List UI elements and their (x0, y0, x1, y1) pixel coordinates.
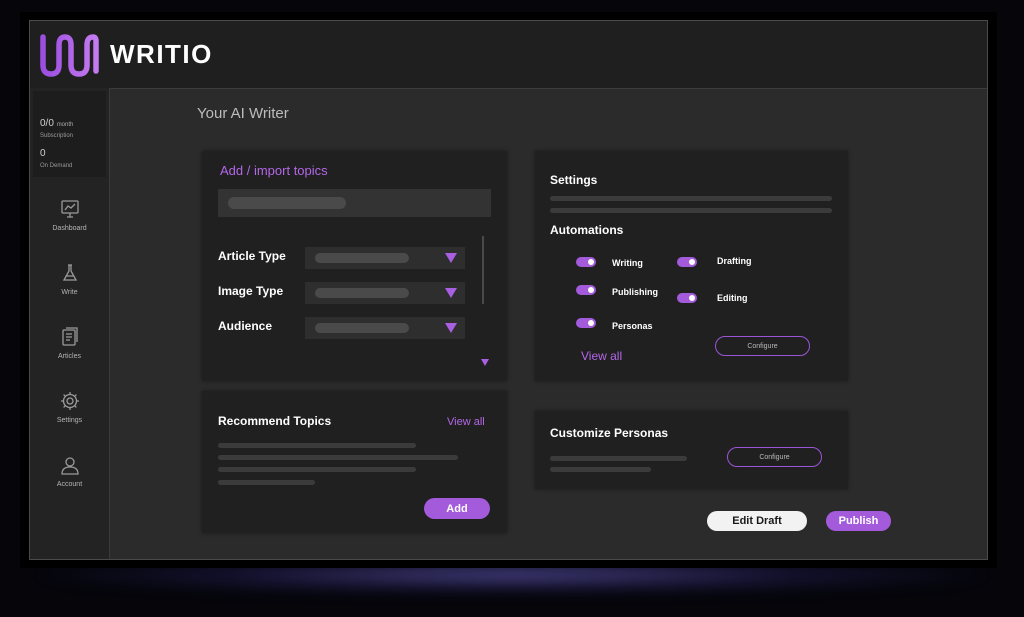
placeholder-line (218, 480, 315, 485)
toggle-knob (588, 259, 594, 265)
publishing-toggle[interactable] (576, 285, 596, 295)
subscription-unit: month (56, 122, 74, 128)
edit-draft-button[interactable]: Edit Draft (707, 511, 807, 531)
recommend-topics-title: Recommend Topics (218, 414, 332, 428)
account-icon (61, 457, 79, 475)
personas-toggle-label: Personas (612, 321, 653, 331)
placeholder-line (218, 455, 458, 460)
topics-card: Add / import topics Article Type Image T… (202, 151, 507, 381)
writing-toggle-label: Writing (612, 258, 643, 268)
sidebar-item-articles[interactable]: Articles (30, 327, 109, 377)
article-type-dropdown[interactable] (305, 247, 465, 269)
sidebar-item-label: Dashboard (52, 225, 87, 232)
editing-toggle[interactable] (677, 293, 697, 303)
toggle-knob (689, 295, 695, 301)
app-window: WRITIO 0/0 month Subscription 0 On Deman… (29, 20, 988, 560)
sidebar-item-label: Write (61, 289, 78, 296)
placeholder-line (218, 467, 416, 472)
dropdown-value-bar (315, 253, 409, 263)
sidebar: 0/0 month Subscription 0 On Demand Dashb… (30, 88, 110, 559)
gear-icon (61, 392, 79, 410)
drafting-toggle-label: Drafting (717, 256, 752, 266)
automations-view-all-link[interactable]: View all (581, 349, 622, 363)
editing-toggle-label: Editing (717, 293, 748, 303)
write-icon (62, 264, 78, 281)
add-button[interactable]: Add (424, 498, 490, 519)
top-bar: WRITIO (30, 21, 987, 89)
subscription-label: Subscription (40, 133, 74, 139)
placeholder-line (218, 443, 416, 448)
automations-configure-button[interactable]: Configure (715, 336, 810, 356)
placeholder-line (550, 467, 651, 472)
dashboard-icon (61, 200, 79, 218)
subscription-box: 0/0 month Subscription 0 On Demand (33, 91, 106, 177)
recommend-topics-card: Recommend Topics View all Add (202, 391, 507, 533)
automations-title: Automations (550, 223, 624, 237)
personas-toggle[interactable] (576, 318, 596, 328)
drafting-toggle[interactable] (677, 257, 697, 267)
writio-logo-icon (40, 34, 99, 77)
audience-dropdown[interactable] (305, 317, 465, 339)
image-type-label: Image Type (218, 284, 284, 298)
personas-configure-button[interactable]: Configure (727, 447, 822, 467)
input-placeholder-bar (228, 197, 346, 209)
dropdown-value-bar (315, 288, 409, 298)
articles-icon (62, 327, 78, 346)
image-type-dropdown[interactable] (305, 282, 465, 304)
sidebar-item-label: Account (56, 481, 83, 488)
sidebar-item-account[interactable]: Account (30, 455, 109, 505)
publishing-toggle-label: Publishing (612, 287, 658, 297)
sidebar-item-label: Articles (58, 353, 81, 360)
placeholder-line (550, 208, 832, 213)
recommend-view-all-link[interactable]: View all (447, 416, 485, 428)
sidebar-item-dashboard[interactable]: Dashboard (30, 199, 109, 249)
sidebar-item-write[interactable]: Write (30, 263, 109, 313)
publish-button[interactable]: Publish (826, 511, 891, 531)
on-demand-label: On Demand (40, 163, 73, 169)
sidebar-item-label: Settings (56, 417, 83, 424)
subscription-count: 0/0 (40, 118, 54, 129)
settings-card: Settings Automations Writing Publishing … (535, 151, 848, 381)
toggle-knob (689, 259, 695, 265)
audience-label: Audience (218, 319, 273, 333)
toggle-knob (588, 320, 594, 326)
placeholder-line (550, 456, 687, 461)
page-title: Your AI Writer (197, 105, 289, 122)
topic-search-input[interactable] (218, 189, 491, 217)
on-demand-value: 0 (40, 148, 46, 159)
article-type-label: Article Type (218, 249, 286, 263)
settings-title: Settings (550, 173, 598, 187)
chevron-down-icon (445, 253, 457, 263)
add-import-topics-link[interactable]: Add / import topics (220, 163, 328, 178)
customize-personas-card: Customize Personas Configure (535, 411, 848, 489)
toggle-knob (588, 287, 594, 293)
app-name: WRITIO (110, 39, 213, 69)
customize-personas-title: Customize Personas (550, 426, 669, 440)
chevron-down-icon (445, 288, 457, 298)
sidebar-item-settings[interactable]: Settings (30, 391, 109, 441)
scrollbar[interactable] (482, 236, 484, 304)
subscription-value: 0/0 month (40, 118, 73, 129)
expand-more-icon[interactable] (481, 359, 489, 366)
placeholder-line (550, 196, 832, 201)
dropdown-value-bar (315, 323, 409, 333)
chevron-down-icon (445, 323, 457, 333)
writing-toggle[interactable] (576, 257, 596, 267)
